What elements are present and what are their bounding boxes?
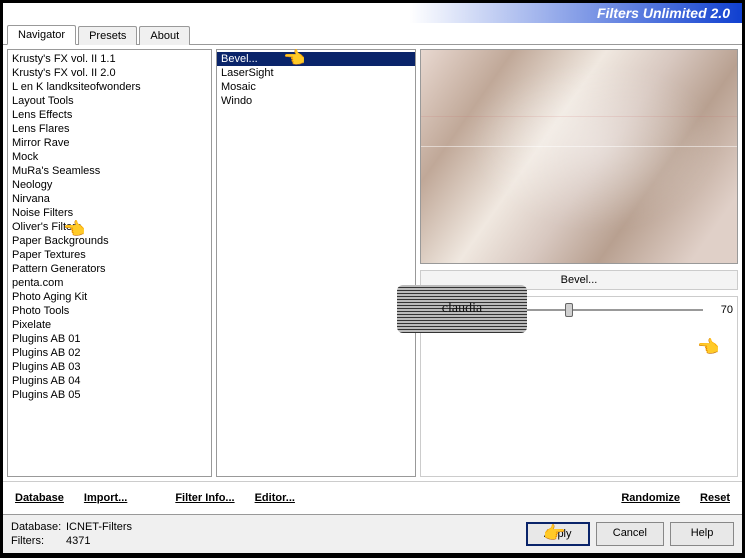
list-item[interactable]: Mosaic (217, 80, 415, 94)
list-item[interactable]: Neology (8, 178, 211, 192)
list-item[interactable]: Nirvana (8, 192, 211, 206)
list-item[interactable]: Plugins AB 02 (8, 346, 211, 360)
list-item[interactable]: L en K landksiteofwonders (8, 80, 211, 94)
randomize-button[interactable]: Randomize (613, 488, 688, 508)
list-item[interactable]: Krusty's FX vol. II 2.0 (8, 66, 211, 80)
filter-list[interactable]: Bevel... LaserSight Mosaic Windo (216, 49, 416, 477)
tab-navigator[interactable]: Navigator (7, 25, 76, 45)
watermark: claudia (397, 285, 527, 333)
list-item[interactable]: Krusty's FX vol. II 1.1 (8, 52, 211, 66)
title-bar: Filters Unlimited 2.0 (3, 3, 742, 23)
list-item[interactable]: penta.com (8, 276, 211, 290)
list-item[interactable]: Photo Aging Kit (8, 290, 211, 304)
list-item[interactable]: LaserSight (217, 66, 415, 80)
bevel-width-slider[interactable] (511, 301, 703, 319)
list-item[interactable]: Plugins AB 01 (8, 332, 211, 346)
list-item[interactable]: Bevel... (217, 52, 415, 66)
category-list[interactable]: Krusty's FX vol. II 1.1 Krusty's FX vol.… (7, 49, 212, 477)
cancel-button[interactable]: Cancel (596, 522, 664, 546)
list-item[interactable]: Mock (8, 150, 211, 164)
list-item[interactable]: Plugins AB 04 (8, 374, 211, 388)
help-button[interactable]: Help (670, 522, 734, 546)
tab-strip: Navigator Presets About (3, 23, 742, 45)
list-item[interactable]: Mirror Rave (8, 136, 211, 150)
list-item[interactable]: Pixelate (8, 318, 211, 332)
list-item[interactable]: Plugins AB 03 (8, 360, 211, 374)
list-item[interactable]: Plugins AB 05 (8, 388, 211, 402)
list-item[interactable]: Paper Textures (8, 248, 211, 262)
list-item[interactable]: Layout Tools (8, 94, 211, 108)
toolbar-row: Database Import... Filter Info... Editor… (3, 481, 742, 514)
status-bar: Database: ICNET-Filters Filters: 4371 Ap… (3, 514, 742, 553)
list-item[interactable]: MuRa's Seamless (8, 164, 211, 178)
apply-button[interactable]: Apply (526, 522, 590, 546)
status-db-label: Database: (11, 521, 66, 533)
list-item[interactable]: Lens Flares (8, 122, 211, 136)
status-filters-label: Filters: (11, 535, 66, 547)
list-item[interactable]: Photo Tools (8, 304, 211, 318)
list-item[interactable]: Pattern Generators (8, 262, 211, 276)
list-item[interactable]: Oliver's Filters (8, 220, 211, 234)
list-item[interactable]: Lens Effects (8, 108, 211, 122)
import-button[interactable]: Import... (76, 488, 135, 508)
param-value: 70 (709, 304, 733, 316)
list-item[interactable]: Noise Filters (8, 206, 211, 220)
list-item[interactable]: Windo (217, 94, 415, 108)
reset-button[interactable]: Reset (692, 488, 738, 508)
editor-button[interactable]: Editor... (247, 488, 303, 508)
tab-about[interactable]: About (139, 26, 190, 45)
status-db-value: ICNET-Filters (66, 521, 132, 533)
status-filters-value: 4371 (66, 535, 90, 547)
database-button[interactable]: Database (7, 488, 72, 508)
tab-presets[interactable]: Presets (78, 26, 137, 45)
app-title: Filters Unlimited 2.0 (597, 5, 730, 21)
list-item[interactable]: Paper Backgrounds (8, 234, 211, 248)
preview-image (420, 49, 738, 264)
filter-info-button[interactable]: Filter Info... (167, 488, 242, 508)
